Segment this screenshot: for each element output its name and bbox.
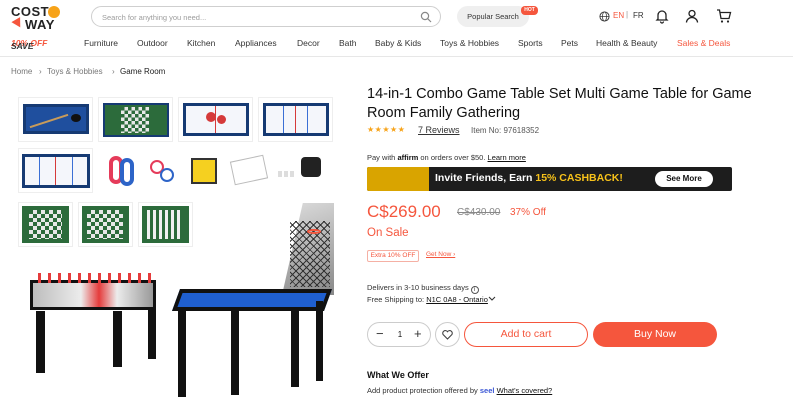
breadcrumb-sep: › (39, 67, 42, 76)
thumbnail-air-hockey[interactable] (178, 97, 253, 142)
lang-en[interactable]: EN (613, 11, 624, 20)
shipping-info: Free Shipping to: N1C 0A8 - Ontario (367, 295, 496, 304)
nav-item-appliances[interactable]: Appliances (235, 38, 277, 48)
breadcrumb-sep: › (112, 67, 115, 76)
nav-item-sports[interactable]: Sports (518, 38, 543, 48)
affirm-financing: Pay with affirm on orders over $50. Lear… (367, 153, 526, 162)
delivery-estimate: Delivers in 3-10 business days i (367, 283, 479, 294)
header-divider (0, 56, 793, 57)
quantity-stepper: − 1 + (367, 322, 431, 347)
breadcrumb-toys-hobbies[interactable]: Toys & Hobbies (47, 67, 103, 76)
banner-message: Invite Friends, Earn 15% CASHBACK! (435, 172, 623, 184)
quantity-increase-button[interactable]: + (414, 326, 422, 341)
thumbnail-hockey-table[interactable] (258, 97, 333, 142)
nav-item-sales-deals[interactable]: Sales & Deals (677, 38, 730, 48)
on-sale-label: On Sale (367, 227, 409, 239)
cart-icon[interactable] (716, 8, 732, 24)
category-nav: SAVE 10% OFF Furniture Outdoor Kitchen A… (0, 35, 793, 53)
original-price: C$430.00 (457, 207, 501, 218)
search-input[interactable] (102, 10, 402, 24)
quantity-value[interactable]: 1 (394, 330, 406, 339)
site-header: COST WAY Popular Search HOT EN | FR (0, 0, 793, 34)
discount-percent: 37% Off (510, 207, 546, 218)
search-icon[interactable] (420, 11, 432, 23)
nav-item-furniture[interactable]: Furniture (84, 38, 118, 48)
thumbnail-shuffle-table[interactable] (18, 148, 93, 193)
wishlist-button[interactable] (435, 322, 460, 347)
shipping-location-link[interactable]: N1C 0A8 - Ontario (426, 295, 488, 304)
learn-more-link[interactable]: Learn more (488, 153, 526, 162)
thumbnail-pool-table[interactable] (18, 97, 93, 142)
product-title: 14-in-1 Combo Game Table Set Multi Game … (367, 86, 752, 121)
seel-logo: seel (479, 386, 495, 395)
add-to-cart-button[interactable]: Add to cart (464, 322, 588, 347)
hot-badge: HOT (521, 6, 538, 15)
nav-item-toys-hobbies[interactable]: Toys & Hobbies (440, 38, 499, 48)
bell-icon[interactable] (654, 8, 670, 24)
gift-bags-graphic (367, 167, 429, 191)
user-icon[interactable] (684, 8, 700, 24)
heart-icon (442, 330, 453, 340)
chevron-down-icon[interactable] (488, 296, 496, 302)
nav-item-health-beauty[interactable]: Health & Beauty (596, 38, 657, 48)
nav-save-promo[interactable]: SAVE 10% OFF (11, 38, 47, 51)
breadcrumb-current: Game Room (120, 67, 166, 76)
nav-item-bath[interactable]: Bath (339, 38, 357, 48)
costway-logo[interactable]: COST WAY (11, 4, 63, 32)
quantity-decrease-button[interactable]: − (376, 326, 384, 341)
lang-fr[interactable]: FR (633, 11, 644, 20)
extra-coupon-badge: Extra 10% OFF (367, 250, 419, 262)
popular-search-button[interactable]: Popular Search (457, 6, 529, 27)
info-icon[interactable]: i (470, 286, 479, 294)
nav-item-decor[interactable]: Decor (297, 38, 320, 48)
buy-now-button[interactable]: Buy Now (593, 322, 717, 347)
search-bar[interactable] (91, 6, 441, 27)
breadcrumb-home[interactable]: Home (11, 67, 32, 76)
reviews-link[interactable]: 7 Reviews (418, 125, 460, 135)
current-price: C$269.00 (367, 202, 441, 221)
thumbnail-chess-board[interactable] (98, 97, 173, 142)
nav-item-baby-kids[interactable]: Baby & Kids (375, 38, 421, 48)
get-now-link[interactable]: Get Now › (426, 251, 455, 258)
see-more-button[interactable]: See More (655, 171, 713, 187)
nav-item-outdoor[interactable]: Outdoor (137, 38, 168, 48)
what-we-offer-heading: What We Offer (367, 370, 429, 380)
lang-separator: | (626, 10, 629, 19)
rating-stars: ★★★★★ (367, 125, 406, 134)
whats-covered-link[interactable]: What's covered? (497, 386, 553, 395)
affirm-logo: affirm (397, 153, 419, 162)
thumbnail-accessories[interactable] (98, 148, 388, 193)
nav-item-pets[interactable]: Pets (561, 38, 578, 48)
item-number: Item No: 97618352 (471, 126, 540, 135)
main-product-image[interactable] (18, 203, 338, 400)
protection-offer: Add product protection offered by seel W… (367, 386, 553, 395)
globe-icon[interactable] (599, 11, 610, 22)
nav-item-kitchen[interactable]: Kitchen (187, 38, 215, 48)
cashback-banner[interactable]: Invite Friends, Earn 15% CASHBACK! See M… (367, 167, 732, 191)
